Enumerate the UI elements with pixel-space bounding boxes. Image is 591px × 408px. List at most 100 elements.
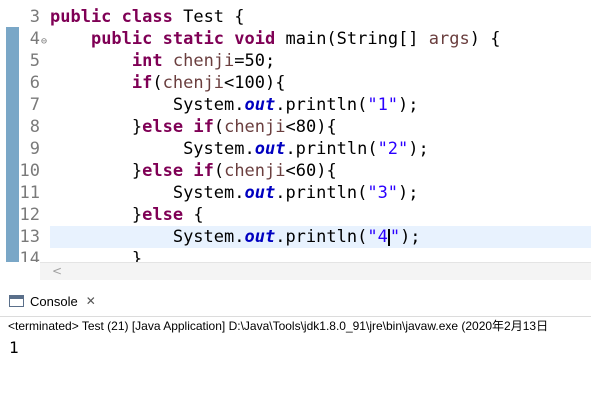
code-token: <60){ bbox=[285, 161, 337, 181]
code-line[interactable]: }else if(chenji<80){ bbox=[50, 116, 591, 138]
code-line[interactable]: }else if(chenji<60){ bbox=[50, 160, 591, 182]
code-token: System. bbox=[172, 227, 245, 247]
line-number: 7 bbox=[29, 95, 40, 115]
code-token: else bbox=[142, 161, 184, 181]
code-token: "3" bbox=[367, 183, 399, 203]
code-token: out bbox=[254, 139, 286, 159]
line-number: 14 bbox=[19, 249, 40, 262]
code-token: ) { bbox=[469, 29, 501, 49]
code-token: "4 bbox=[367, 227, 388, 247]
line-number: 12 bbox=[19, 205, 40, 225]
code-token: if bbox=[131, 73, 153, 93]
code-line[interactable]: if(chenji<100){ bbox=[50, 72, 591, 94]
line-number-ruler: 3 4 5 6 7 8 9 10 11 12 13 14 bbox=[0, 6, 40, 262]
tab-console[interactable]: Console ✕ bbox=[0, 286, 105, 316]
code-token: args bbox=[428, 29, 470, 49]
code-token: System. bbox=[172, 95, 245, 115]
code-area[interactable]: public class Test { public static void m… bbox=[50, 6, 591, 262]
code-token: ); bbox=[398, 183, 419, 203]
code-token: chenji bbox=[162, 73, 225, 93]
console-output[interactable]: 1 bbox=[9, 338, 19, 358]
code-token: Test { bbox=[172, 7, 245, 27]
code-token: } bbox=[131, 249, 143, 262]
line-number: 9 bbox=[29, 139, 40, 159]
line-number: 5 bbox=[29, 51, 40, 71]
code-token: public bbox=[90, 29, 153, 49]
console-view-tabbar: Console ✕ bbox=[0, 286, 591, 317]
scroll-left-icon[interactable]: < bbox=[52, 263, 62, 280]
line-number: 4 bbox=[29, 29, 40, 49]
console-status-line: <terminated> Test (21) [Java Application… bbox=[8, 319, 549, 333]
code-token: static bbox=[162, 29, 225, 49]
scroll-gap bbox=[0, 262, 40, 280]
code-token: <80){ bbox=[285, 117, 337, 137]
line-number: 13 bbox=[19, 227, 40, 247]
code-line[interactable]: System.out.println("1"); bbox=[50, 94, 591, 116]
code-token: } bbox=[131, 117, 143, 137]
code-token: ); bbox=[408, 139, 429, 159]
line-number: 11 bbox=[19, 183, 40, 203]
code-token: "1" bbox=[367, 95, 399, 115]
code-token: .println( bbox=[275, 227, 368, 247]
line-number: 3 bbox=[29, 7, 40, 27]
code-token: else bbox=[142, 205, 184, 225]
code-token: =50; bbox=[234, 51, 276, 71]
code-token: "2" bbox=[377, 139, 409, 159]
current-code-line[interactable]: System.out.println("4 "); bbox=[50, 226, 591, 248]
code-line[interactable]: System.out.println("2"); bbox=[50, 138, 591, 160]
code-line[interactable]: public static void main(String[] args) { bbox=[50, 28, 591, 50]
code-token: if bbox=[193, 161, 214, 181]
code-token: .println( bbox=[275, 95, 368, 115]
console-icon bbox=[9, 295, 24, 307]
code-token: System. bbox=[183, 139, 255, 159]
code-token: class bbox=[121, 7, 173, 27]
code-line[interactable]: public class Test { bbox=[50, 6, 591, 28]
code-token: ( bbox=[213, 117, 225, 137]
code-token: } bbox=[131, 161, 143, 181]
code-line[interactable]: }else { bbox=[50, 204, 591, 226]
code-line[interactable]: int chenji=50; bbox=[50, 50, 591, 72]
code-token: else bbox=[142, 117, 184, 137]
code-token: .println( bbox=[275, 183, 368, 203]
code-token: out bbox=[244, 227, 276, 247]
code-token: ( bbox=[152, 73, 163, 93]
line-number: 8 bbox=[29, 117, 40, 137]
code-line[interactable]: System.out.println("3"); bbox=[50, 182, 591, 204]
code-token: } bbox=[131, 205, 143, 225]
code-token: .println( bbox=[285, 139, 378, 159]
code-token: " bbox=[389, 227, 401, 247]
code-token: int bbox=[131, 51, 163, 71]
code-token: if bbox=[193, 117, 214, 137]
code-token: chenji bbox=[224, 117, 286, 137]
code-token: chenji bbox=[172, 51, 235, 71]
code-token: ( bbox=[213, 161, 225, 181]
code-token: void bbox=[234, 29, 276, 49]
fold-collapse-icon[interactable]: ⊖ bbox=[41, 37, 47, 47]
code-token: chenji bbox=[224, 161, 286, 181]
code-editor[interactable]: 3 4 5 6 7 8 9 10 11 12 13 14 ⊖ public class Test { … bbox=[0, 0, 591, 262]
code-token: public bbox=[50, 7, 112, 27]
code-token: <100){ bbox=[224, 73, 286, 93]
code-line[interactable]: } bbox=[50, 248, 591, 262]
code-token: { bbox=[183, 205, 204, 225]
code-token: out bbox=[244, 183, 276, 203]
horizontal-scrollbar[interactable]: < bbox=[40, 262, 591, 280]
close-icon[interactable]: ✕ bbox=[86, 294, 96, 308]
code-token: System. bbox=[172, 183, 245, 203]
